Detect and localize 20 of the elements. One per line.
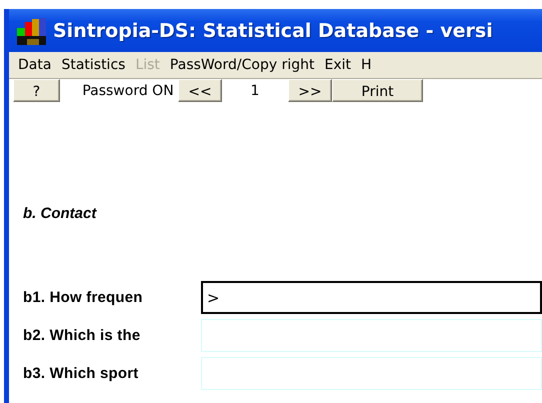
answer-field[interactable] bbox=[201, 319, 542, 352]
menu-item[interactable]: Data bbox=[13, 57, 56, 73]
question-label: b1. How frequen bbox=[23, 289, 144, 306]
page-number: 1 bbox=[250, 82, 260, 100]
answer-field[interactable]: > bbox=[201, 281, 542, 314]
menu-item[interactable]: Exit bbox=[319, 57, 356, 73]
question-label: b2. Which is the bbox=[23, 327, 142, 344]
answer-field[interactable] bbox=[201, 357, 542, 390]
toolbar-button[interactable]: Print bbox=[332, 79, 423, 102]
menu-item[interactable]: Statistics bbox=[56, 57, 130, 73]
question-label: b3. Which sport bbox=[23, 365, 140, 382]
menu-item[interactable]: H bbox=[356, 57, 377, 73]
toolbar-button[interactable]: ? bbox=[13, 79, 60, 102]
status-label: Password ON bbox=[81, 82, 175, 100]
toolbar-button[interactable]: << bbox=[178, 79, 222, 102]
menu-item[interactable]: PassWord/Copy right bbox=[164, 57, 320, 73]
toolbar-button[interactable]: >> bbox=[288, 79, 332, 102]
window-title: Sintropia-DS: Statistical Database - versi bbox=[53, 20, 493, 42]
section-title: b. Contact bbox=[23, 205, 96, 222]
app-icon bbox=[17, 16, 47, 46]
